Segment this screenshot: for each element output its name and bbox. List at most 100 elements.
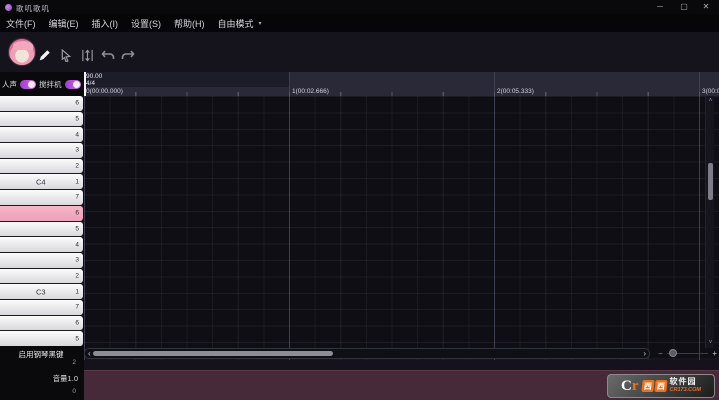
redo-icon [121, 50, 135, 59]
key-number: 3 [75, 256, 79, 264]
zoom-control: − + [654, 348, 719, 359]
bar-marker-0: 0(00:00.000) [86, 88, 123, 95]
close-button[interactable]: ✕ [695, 1, 717, 13]
menu-item-3[interactable]: 设置(S) [131, 17, 161, 30]
key-number: 7 [75, 193, 79, 201]
volume-label: 音量1.0 [52, 374, 78, 383]
track-toggle-label-1: 搅拌机 [39, 79, 62, 89]
piano-key-4[interactable]: 2 [0, 158, 83, 174]
ruler-meter: 4/4 [86, 80, 96, 87]
vertical-scrollbar[interactable]: ˄ ˅ [705, 96, 714, 348]
piano-key-7[interactable]: 6 [0, 205, 83, 221]
pitch-stretch-icon [81, 49, 93, 61]
piano-key-8[interactable]: 5 [0, 221, 83, 237]
piano-keys: 6 5 4 3 2 1 C4 7 6 5 4 3 2 1 C3 7 6 5 [0, 96, 83, 346]
piano-key-C4[interactable]: 1 C4 [0, 174, 83, 190]
key-number: 6 [75, 99, 79, 107]
track-toggle-row: 人声 搅拌机 [0, 72, 84, 96]
scroll-down-icon[interactable]: ˅ [706, 340, 715, 346]
piano-key-15[interactable]: 5 [0, 331, 83, 346]
track-toggle-switch-1[interactable] [64, 79, 81, 89]
piano-key-0[interactable]: 6 [0, 96, 83, 111]
minimize-button[interactable]: ─ [649, 1, 671, 13]
zoom-slider-knob[interactable] [668, 349, 677, 357]
key-number: 5 [75, 115, 79, 123]
menu-item-1[interactable]: 编辑(E) [49, 17, 79, 30]
watermark-badge: Cr 西西 软件园 CR173.COM [607, 374, 715, 398]
scroll-up-icon[interactable]: ˄ [706, 98, 715, 104]
lower-divider [84, 360, 719, 370]
key-number: 5 [75, 225, 79, 233]
piano-key-1[interactable]: 5 [0, 111, 83, 127]
octave-label: C3 [36, 287, 46, 297]
track-toggle-switch-0[interactable] [20, 79, 36, 89]
watermark-tile-0: 西 [640, 380, 655, 392]
key-number: 2 [75, 162, 79, 170]
key-number: 5 [75, 335, 79, 343]
vertical-scroll-thumb[interactable] [708, 163, 713, 200]
app-logo-icon [5, 4, 12, 11]
watermark-logo: Cr [621, 377, 639, 394]
menu-item-0[interactable]: 文件(F) [6, 17, 36, 30]
zoom-out-button[interactable]: − [658, 349, 663, 358]
piano-roll-grid[interactable] [84, 96, 719, 360]
bottom-track-strip: Cr 西西 软件园 CR173.COM [84, 370, 719, 400]
octave-label: C4 [36, 177, 46, 187]
volume-scale-min: 0 [72, 388, 76, 395]
bar-marker-1: 1(00:02.666) [292, 88, 329, 95]
pencil-tool-button[interactable] [36, 47, 52, 63]
piano-key-C3[interactable]: 1 C3 [0, 284, 83, 299]
piano-key-3[interactable]: 3 [0, 143, 83, 158]
redo-button[interactable] [120, 47, 136, 63]
timeline-ruler[interactable]: 90.00 4/4 0(00:00.000) 1(00:02.666) 2(00:0… [84, 72, 719, 96]
editor-area: 90.00 4/4 0(00:00.000) 1(00:02.666) 2(00:0… [84, 72, 719, 400]
watermark-tile-1: 西 [653, 380, 668, 392]
piano-key-6[interactable]: 7 [0, 190, 83, 205]
key-number: 4 [75, 131, 79, 139]
scroll-right-icon[interactable]: › [643, 349, 646, 358]
key-number: 3 [75, 146, 79, 154]
ruler-tempo: 90.00 [86, 73, 103, 80]
title-bar: 歌叽歌叽 ─ ▢ ✕ [0, 0, 719, 14]
bar-marker-3: 3(00:08.000) [702, 88, 719, 95]
key-number: 6 [75, 209, 79, 217]
scroll-left-icon[interactable]: ‹ [88, 349, 91, 358]
piano-key-10[interactable]: 3 [0, 252, 83, 268]
toolbar: C 4/4 90.00 8分音符 ▾ 0:0:000 0:1:000 ▶ ⇄ ⇤… [0, 32, 719, 100]
select-tool-button[interactable] [58, 47, 74, 63]
watermark-site: CR173.COM [669, 387, 701, 393]
watermark-name: 软件园 [669, 377, 697, 386]
piano-key-13[interactable]: 7 [0, 299, 83, 315]
piano-key-14[interactable]: 6 [0, 315, 83, 331]
key-number: 1 [75, 288, 79, 296]
key-number: 2 [75, 272, 79, 280]
key-number: 6 [75, 319, 79, 327]
menu-mode-caret-icon[interactable]: ▾ [259, 20, 262, 27]
undo-button[interactable] [100, 47, 116, 63]
menu-item-4[interactable]: 帮助(H) [174, 17, 205, 30]
key-number: 7 [75, 303, 79, 311]
piano-key-11[interactable]: 2 [0, 268, 83, 284]
menu-item-2[interactable]: 插入(I) [92, 17, 119, 30]
maximize-button[interactable]: ▢ [673, 1, 695, 13]
piano-key-2[interactable]: 4 [0, 127, 83, 143]
pencil-icon [39, 49, 50, 60]
stretch-tool-button[interactable] [79, 47, 95, 63]
enable-black-keys-label[interactable]: 启用钢琴黑键 [6, 349, 76, 360]
window-title: 歌叽歌叽 [16, 4, 50, 13]
tempo-meter-block: 90.00 4/4 [84, 72, 289, 87]
horizontal-scrollbar[interactable]: ‹ › [84, 348, 650, 359]
zoom-slider[interactable] [666, 349, 709, 357]
track-toggle-label-0: 人声 [2, 79, 17, 89]
zoom-in-button[interactable]: + [712, 349, 717, 358]
app-window: 歌叽歌叽 ─ ▢ ✕ 文件(F) 编辑(E) 插入(I) 设置(S) 帮助(H) 自由模式… [0, 0, 719, 400]
key-number: 4 [75, 241, 79, 249]
menu-item-5[interactable]: 自由模式 [218, 17, 254, 30]
singer-avatar[interactable] [8, 38, 36, 66]
cursor-icon [61, 48, 72, 62]
piano-panel: 人声 搅拌机 6 5 4 3 2 1 C4 7 6 5 4 3 2 1 C3 7 6 5 启用钢琴黑键 2 音量1.… [0, 72, 84, 400]
bar-marker-2: 2(00:05.333) [497, 88, 534, 95]
horizontal-scroll-thumb[interactable] [93, 351, 333, 356]
piano-key-9[interactable]: 4 [0, 237, 83, 252]
watermark-tiles: 西西 [640, 380, 668, 392]
